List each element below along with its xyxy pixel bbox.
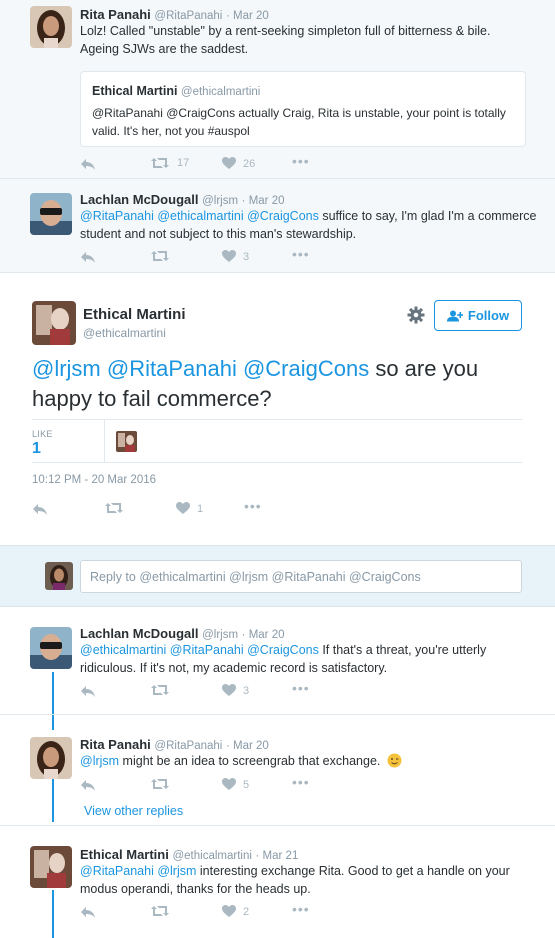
avatar[interactable] — [30, 6, 72, 48]
author-name[interactable]: Lachlan McDougall — [80, 626, 198, 641]
tweet-actions: 3 ••• — [80, 246, 340, 266]
tweet-time[interactable]: · Mar 20 — [242, 629, 285, 641]
follow-label: Follow — [467, 308, 510, 323]
author-handle[interactable]: @ethicalmartini — [172, 850, 251, 862]
tweet-mentions[interactable]: @lrjsm @RitaPanahi @CraigCons — [32, 356, 369, 381]
reply-icon[interactable] — [80, 157, 96, 171]
tweet-text: @ethicalmartini @RitaPanahi @CraigCons I… — [80, 643, 487, 675]
retweet-icon[interactable] — [150, 905, 170, 917]
author-handle[interactable]: @lrjsm — [202, 195, 238, 207]
retweet-icon[interactable] — [150, 250, 170, 262]
like-count: 3 — [243, 684, 250, 697]
avatar[interactable] — [30, 846, 72, 888]
tweet-text: @lrjsm might be an idea to screengrab th… — [80, 752, 402, 773]
like-button[interactable]: 1 — [176, 502, 203, 515]
reply-tweet: Lachlan McDougall @lrjsm · Mar 20 @ethic… — [0, 607, 555, 715]
tweet-text: Lolz! Called "unstable" by a rent-seekin… — [80, 24, 491, 56]
like-count: 1 — [197, 502, 204, 515]
reply-tweet: Rita Panahi @RitaPanahi · Mar 20 @lrjsm … — [0, 715, 555, 826]
tweet-text: @RitaPanahi @ethicalmartini @CraigCons s… — [80, 209, 537, 241]
reply-icon[interactable] — [80, 684, 96, 698]
quoted-text: @RitaPanahi @CraigCons actually Craig, R… — [92, 106, 506, 138]
more-icon[interactable]: ••• — [292, 901, 310, 917]
tweet-mentions[interactable]: @RitaPanahi @lrjsm — [80, 864, 196, 878]
like-button[interactable]: 5 — [222, 778, 249, 791]
tweet-time[interactable]: · Mar 20 — [226, 740, 269, 752]
main-tweet-actions: 1 ••• — [32, 498, 292, 518]
retweet-icon[interactable] — [150, 684, 170, 696]
divider — [104, 420, 105, 462]
author-name[interactable]: Ethical Martini — [80, 847, 169, 862]
main-tweet-text: @lrjsm @RitaPanahi @CraigCons so are you… — [32, 356, 479, 411]
tweet-time[interactable]: · Mar 21 — [256, 850, 299, 862]
like-button[interactable]: 2 — [222, 905, 249, 918]
more-icon[interactable]: ••• — [292, 774, 310, 790]
like-button[interactable]: 3 — [222, 250, 249, 263]
ancestor-tweet-rita: Rita Panahi @RitaPanahi · Mar 20 Lolz! C… — [0, 0, 555, 179]
author-handle[interactable]: @RitaPanahi — [154, 10, 222, 22]
tweet-text: @RitaPanahi @lrjsm interesting exchange … — [80, 864, 510, 896]
gear-icon[interactable] — [406, 305, 426, 325]
tweet-actions: 3 ••• — [80, 680, 340, 700]
quoted-author-handle: @ethicalmartini — [180, 86, 261, 98]
more-icon[interactable]: ••• — [292, 680, 310, 696]
author-handle[interactable]: @ethicalmartini — [83, 326, 166, 340]
tweet-mentions[interactable]: @lrjsm — [80, 754, 119, 768]
liker-avatar[interactable] — [116, 431, 137, 452]
tweet-actions: 2 ••• — [80, 901, 340, 921]
reply-tweet: Ethical Martini @ethicalmartini · Mar 21… — [0, 826, 555, 938]
avatar[interactable] — [30, 193, 72, 235]
retweet-icon[interactable] — [150, 778, 170, 790]
author-handle[interactable]: @RitaPanahi — [154, 740, 222, 752]
more-icon[interactable]: ••• — [292, 246, 310, 262]
reply-placeholder: Reply to @ethicalmartini @lrjsm @RitaPan… — [90, 570, 421, 584]
avatar[interactable] — [30, 627, 72, 669]
author-name[interactable]: Lachlan McDougall — [80, 192, 198, 207]
like-count[interactable]: 1 — [32, 440, 41, 458]
retweet-icon[interactable] — [104, 502, 124, 514]
like-count: 2 — [243, 905, 250, 918]
add-user-icon — [446, 310, 463, 321]
like-count: 3 — [243, 250, 250, 263]
tweet-timestamp[interactable]: 10:12 PM - 20 Mar 2016 — [32, 474, 156, 486]
like-count: 5 — [243, 778, 250, 791]
tweet-time[interactable]: · Mar 20 — [226, 10, 269, 22]
retweet-count: 17 — [177, 157, 190, 169]
more-icon[interactable]: ••• — [244, 498, 262, 514]
ancestor-tweet-lachlan: Lachlan McDougall @lrjsm · Mar 20 @RitaP… — [0, 179, 555, 273]
winking-emoji-icon — [387, 753, 402, 773]
follow-button[interactable]: Follow — [434, 300, 522, 331]
view-other-replies-link[interactable]: View other replies — [84, 804, 183, 818]
retweet-button[interactable]: 17 — [150, 157, 189, 169]
avatar[interactable] — [30, 737, 72, 779]
like-label: LIKE — [32, 429, 53, 439]
reply-icon[interactable] — [80, 250, 96, 264]
like-count: 26 — [243, 157, 256, 170]
tweet-actions: 5 ••• — [80, 774, 340, 794]
reply-icon[interactable] — [32, 502, 48, 516]
reply-icon[interactable] — [80, 778, 96, 792]
reply-input[interactable]: Reply to @ethicalmartini @lrjsm @RitaPan… — [80, 560, 522, 593]
quoted-author-name: Ethical Martini — [92, 84, 178, 98]
reply-icon[interactable] — [80, 905, 96, 919]
like-button[interactable]: 26 — [222, 157, 255, 170]
tweet-stats: LIKE 1 — [32, 419, 522, 463]
like-button[interactable]: 3 — [222, 684, 249, 697]
avatar[interactable] — [32, 301, 76, 345]
more-icon[interactable]: ••• — [292, 153, 310, 169]
avatar — [45, 562, 73, 590]
author-name[interactable]: Rita Panahi — [80, 7, 151, 22]
tweet-mentions[interactable]: @RitaPanahi @ethicalmartini @CraigCons — [80, 209, 319, 223]
tweet-actions: 17 26 ••• — [80, 153, 340, 173]
tweet-time[interactable]: · Mar 20 — [242, 195, 285, 207]
author-handle[interactable]: @lrjsm — [202, 629, 238, 641]
tweet-mentions[interactable]: @ethicalmartini @RitaPanahi @CraigCons — [80, 643, 319, 657]
quoted-tweet[interactable]: Ethical Martini @ethicalmartini @RitaPan… — [80, 71, 526, 147]
author-name[interactable]: Ethical Martini — [83, 306, 186, 323]
author-name[interactable]: Rita Panahi — [80, 737, 151, 752]
